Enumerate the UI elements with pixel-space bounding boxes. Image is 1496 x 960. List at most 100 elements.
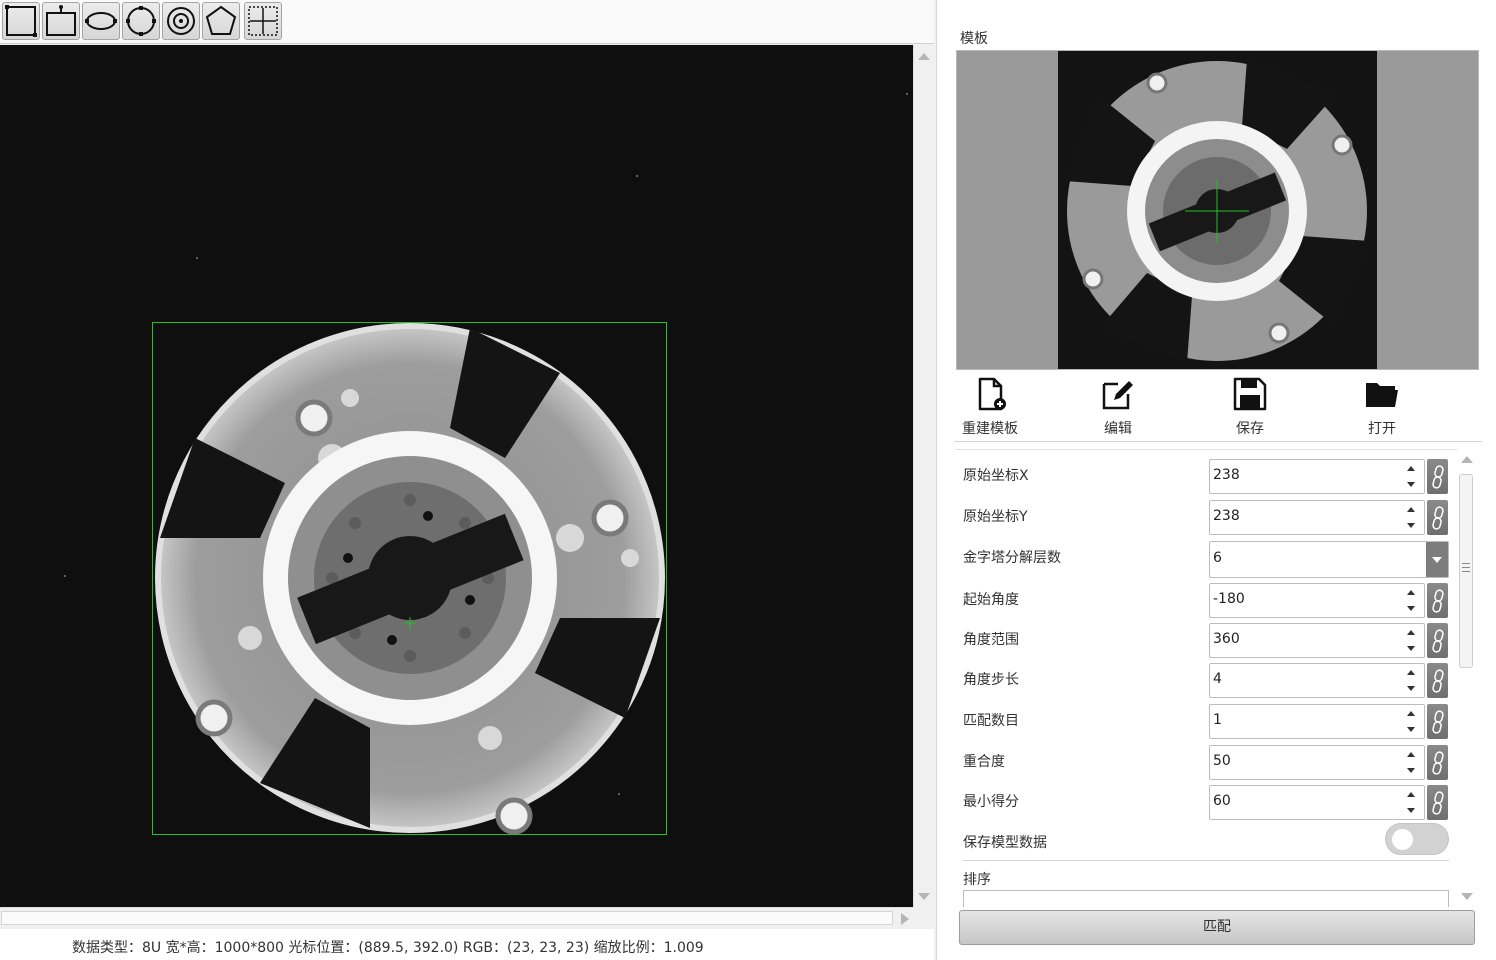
folder-open-icon (1366, 383, 1398, 407)
param-row-overlap: 重合度 50 (955, 738, 1457, 780)
spin-down-icon[interactable] (1407, 646, 1415, 651)
param-label: 最小得分 (963, 794, 1019, 810)
scroll-down-icon[interactable] (918, 893, 930, 900)
overlap-spinbox[interactable]: 50 (1209, 745, 1425, 780)
save-label: 保存 (1236, 421, 1264, 437)
spin-value[interactable]: -180 (1213, 591, 1245, 607)
viewer-vertical-scrollbar[interactable] (913, 45, 934, 907)
angle-step-spinbox[interactable]: 4 (1209, 663, 1425, 698)
spin-down-icon[interactable] (1407, 727, 1415, 732)
spin-down-icon[interactable] (1407, 808, 1415, 813)
spin-down-icon[interactable] (1407, 482, 1415, 487)
param-row-save-model: 保存模型数据 (955, 820, 1457, 860)
viewer-horizontal-scrollbar[interactable] (0, 907, 913, 929)
scroll-up-icon[interactable] (918, 53, 930, 60)
rectangle-tool-icon (5, 5, 37, 37)
crosshair-grid-tool-button[interactable] (244, 2, 282, 40)
origin-y-spinbox[interactable]: 238 (1209, 500, 1425, 535)
spin-down-icon[interactable] (1407, 768, 1415, 773)
param-label: 原始坐标X (963, 468, 1029, 484)
spin-down-icon[interactable] (1407, 686, 1415, 691)
origin-x-spinbox[interactable]: 238 (1209, 459, 1425, 494)
save-button[interactable]: 保存 (1200, 376, 1300, 438)
polygon-tool-button[interactable] (202, 2, 240, 40)
param-label: 金字塔分解层数 (963, 550, 1061, 566)
spin-up-icon[interactable] (1407, 630, 1415, 635)
spin-value[interactable]: 50 (1213, 753, 1231, 769)
spin-up-icon[interactable] (1407, 670, 1415, 675)
param-label: 原始坐标Y (963, 509, 1028, 525)
spin-up-icon[interactable] (1407, 792, 1415, 797)
rectangle-tool-button[interactable] (2, 2, 40, 40)
spin-value[interactable]: 238 (1213, 467, 1240, 483)
pyramid-levels-combobox[interactable]: 6 (1209, 541, 1449, 578)
spin-up-icon[interactable] (1407, 711, 1415, 716)
param-row-angle-step: 角度步长 4 (955, 656, 1457, 698)
spin-up-icon[interactable] (1407, 752, 1415, 757)
start-angle-spinbox[interactable]: -180 (1209, 583, 1425, 618)
param-row-match-count: 匹配数目 1 (955, 697, 1457, 739)
sort-list[interactable] (963, 890, 1449, 907)
match-button[interactable]: 匹配 (959, 910, 1475, 945)
link-button[interactable] (1427, 500, 1448, 535)
chevron-down-icon (1432, 557, 1442, 563)
param-label: 起始角度 (963, 592, 1019, 608)
divider (963, 860, 1449, 861)
spin-value[interactable]: 4 (1213, 671, 1222, 687)
link-button[interactable] (1427, 623, 1448, 658)
spin-value[interactable]: 360 (1213, 631, 1240, 647)
ellipse-tool-button[interactable] (82, 2, 120, 40)
scroll-right-icon[interactable] (901, 913, 909, 925)
dropdown-button[interactable] (1426, 542, 1448, 577)
link-icon (1431, 790, 1444, 815)
link-button[interactable] (1427, 583, 1448, 618)
parameter-scrollbar[interactable] (1457, 452, 1477, 908)
new-file-icon (978, 377, 1006, 411)
combo-value: 6 (1213, 550, 1222, 566)
sort-label: 排序 (963, 872, 991, 888)
polygon-tool-icon (205, 5, 237, 35)
template-panel: 模板 重建模板 编辑 保存 打开 原始坐标X 238 原始坐标Y 238 金字塔… (936, 0, 1496, 960)
spin-down-icon[interactable] (1407, 523, 1415, 528)
param-label: 重合度 (963, 754, 1005, 770)
rebuild-template-button[interactable]: 重建模板 (940, 376, 1040, 438)
template-section-label: 模板 (960, 31, 988, 47)
param-row-origin-y: 原始坐标Y 238 (955, 493, 1457, 535)
spin-value[interactable]: 1 (1213, 712, 1222, 728)
match-count-spinbox[interactable]: 1 (1209, 704, 1425, 739)
spin-up-icon[interactable] (1407, 466, 1415, 471)
link-icon (1431, 505, 1444, 530)
link-icon (1431, 588, 1444, 613)
link-button[interactable] (1427, 704, 1448, 739)
scroll-up-icon[interactable] (1461, 456, 1473, 463)
min-score-spinbox[interactable]: 60 (1209, 785, 1425, 820)
spin-value[interactable]: 60 (1213, 793, 1231, 809)
open-button[interactable]: 打开 (1332, 376, 1432, 438)
link-button[interactable] (1427, 459, 1448, 494)
angle-range-spinbox[interactable]: 360 (1209, 623, 1425, 658)
roi-rectangle[interactable] (152, 322, 667, 835)
scroll-down-icon[interactable] (1461, 893, 1473, 900)
param-label: 匹配数目 (963, 713, 1019, 729)
link-icon (1431, 709, 1444, 734)
edit-label: 编辑 (1104, 421, 1132, 437)
parameter-list: 原始坐标X 238 原始坐标Y 238 金字塔分解层数 6 起始角度 -180 … (955, 449, 1457, 907)
link-button[interactable] (1427, 745, 1448, 780)
link-button[interactable] (1427, 663, 1448, 698)
save-model-toggle[interactable] (1385, 823, 1449, 855)
link-icon (1431, 628, 1444, 653)
horizontal-scroll-thumb[interactable] (1, 911, 893, 925)
link-icon (1431, 668, 1444, 693)
param-row-angle-range: 角度范围 360 (955, 616, 1457, 658)
link-button[interactable] (1427, 785, 1448, 820)
image-canvas[interactable] (0, 45, 913, 907)
rotated-rectangle-tool-button[interactable] (42, 2, 80, 40)
parameter-scroll-thumb[interactable] (1459, 474, 1473, 668)
spin-value[interactable]: 238 (1213, 508, 1240, 524)
spin-down-icon[interactable] (1407, 606, 1415, 611)
ring-tool-button[interactable] (162, 2, 200, 40)
spin-up-icon[interactable] (1407, 590, 1415, 595)
circle-tool-button[interactable] (122, 2, 160, 40)
spin-up-icon[interactable] (1407, 507, 1415, 512)
edit-button[interactable]: 编辑 (1068, 376, 1168, 438)
